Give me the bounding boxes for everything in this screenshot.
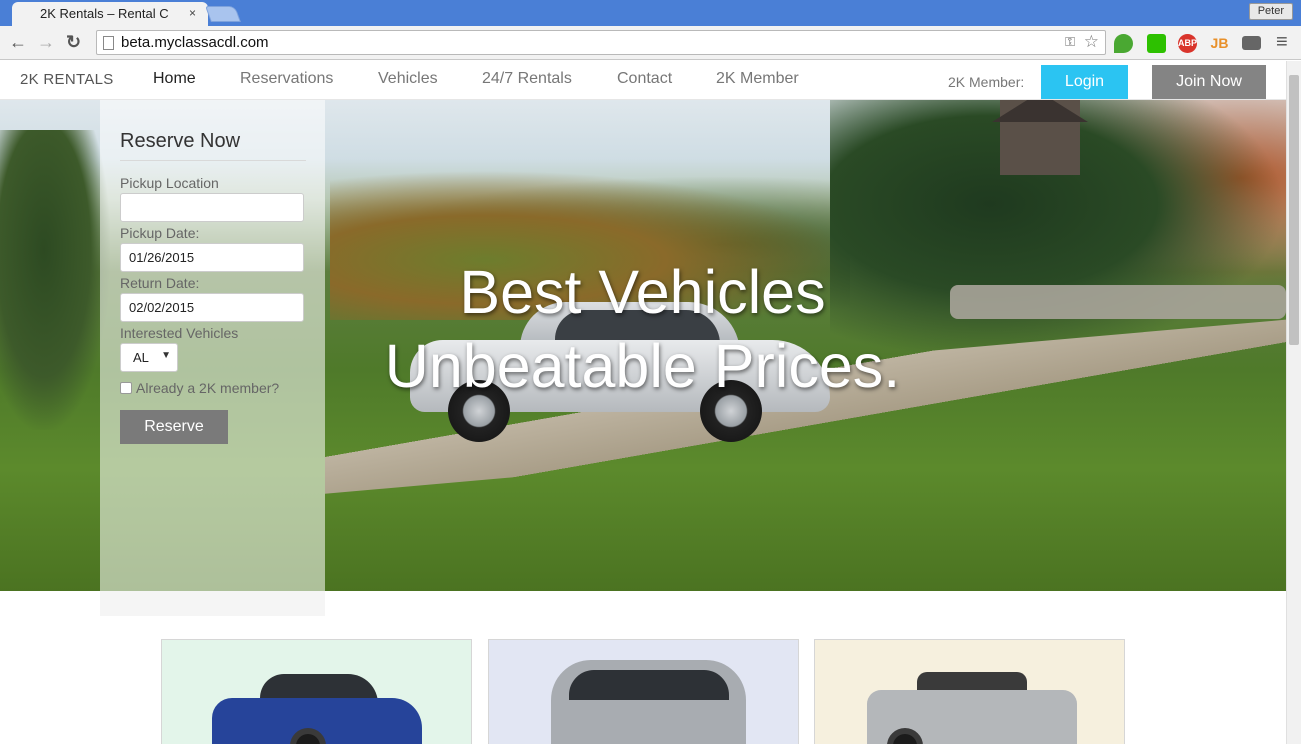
key-icon[interactable]: ⚿	[1065, 34, 1075, 50]
profile-button[interactable]: Peter	[1248, 3, 1293, 20]
reserve-button[interactable]: Reserve	[120, 410, 228, 444]
reload-icon[interactable]: ↻	[66, 33, 81, 51]
member-checkbox-row[interactable]: Already a 2K member?	[120, 380, 306, 396]
site-navbar: 2K RENTALS Home Reservations Vehicles 24…	[0, 61, 1286, 100]
jb-icon[interactable]: JB	[1210, 34, 1229, 53]
vehicle-card-convertible[interactable]	[814, 639, 1125, 744]
page-icon	[103, 36, 114, 50]
join-now-button[interactable]: Join Now	[1152, 65, 1266, 99]
forward-icon[interactable]: →	[37, 33, 55, 51]
hero-headline: Best Vehicles Unbeatable Prices.	[330, 255, 955, 403]
vehicle-card-minivan[interactable]	[488, 639, 799, 744]
hero-headline-line-2: Unbeatable Prices.	[384, 332, 901, 400]
evernote-icon[interactable]	[1114, 34, 1133, 53]
brand-logo[interactable]: 2K RENTALS	[20, 71, 114, 88]
dropdown-arrow-icon: ▼	[161, 350, 171, 361]
browser-tab-strip: 2K Rentals – Rental C × Peter	[0, 0, 1301, 26]
bookmark-star-icon[interactable]: ☆	[1084, 32, 1099, 52]
nav-link-home[interactable]: Home	[153, 70, 196, 88]
reserve-form: Reserve Now Pickup Location Pickup Date:…	[120, 130, 306, 444]
back-icon[interactable]: ←	[9, 33, 27, 51]
return-date-label: Return Date:	[120, 275, 200, 291]
reserve-form-title: Reserve Now	[120, 130, 306, 161]
address-bar[interactable]: beta.myclassacdl.com ⚿ ☆	[96, 30, 1106, 55]
member-checkbox-label: Already a 2K member?	[136, 380, 280, 396]
page-scrollbar[interactable]	[1286, 61, 1301, 744]
nav-link-contact[interactable]: Contact	[617, 70, 672, 88]
scrollbar-thumb[interactable]	[1289, 75, 1299, 345]
reserve-panel-footer	[100, 591, 325, 616]
pickup-location-label: Pickup Location	[120, 175, 219, 191]
hero-headline-line-1: Best Vehicles	[459, 258, 826, 326]
adblock-plus-icon[interactable]: ABP	[1178, 34, 1197, 53]
browser-tab[interactable]: 2K Rentals – Rental C ×	[12, 2, 208, 26]
tab-close-icon[interactable]: ×	[189, 6, 196, 20]
selected-vehicle-value: AL	[133, 350, 149, 365]
mail-icon[interactable]	[1242, 36, 1261, 50]
hero-stone-wall	[950, 285, 1286, 319]
member-label: 2K Member:	[948, 74, 1025, 90]
new-tab-button[interactable]	[205, 6, 241, 22]
return-date-input[interactable]	[120, 293, 304, 322]
hero-trees	[0, 130, 110, 430]
browser-toolbar: ← → ↻ beta.myclassacdl.com ⚿ ☆ ABP JB ≡	[0, 26, 1301, 60]
pickup-date-input[interactable]	[120, 243, 304, 272]
nav-link-vehicles[interactable]: Vehicles	[378, 70, 438, 88]
pickup-date-label: Pickup Date:	[120, 225, 200, 241]
chrome-menu-icon[interactable]: ≡	[1276, 32, 1288, 52]
login-button[interactable]: Login	[1041, 65, 1128, 99]
vehicle-card-sedan[interactable]	[161, 639, 472, 744]
interested-vehicles-select[interactable]: AL ▼	[120, 343, 178, 372]
pickup-location-input[interactable]	[120, 193, 304, 222]
wechat-icon[interactable]	[1147, 34, 1166, 53]
member-checkbox[interactable]	[120, 382, 132, 394]
hero-house	[992, 100, 1088, 175]
nav-link-2k-member[interactable]: 2K Member	[716, 70, 799, 88]
interested-vehicles-label: Interested Vehicles	[120, 325, 239, 341]
nav-link-reservations[interactable]: Reservations	[240, 70, 333, 88]
nav-link-24-7-rentals[interactable]: 24/7 Rentals	[482, 70, 572, 88]
address-url[interactable]: beta.myclassacdl.com	[121, 34, 269, 51]
tab-title: 2K Rentals – Rental C	[40, 6, 169, 21]
